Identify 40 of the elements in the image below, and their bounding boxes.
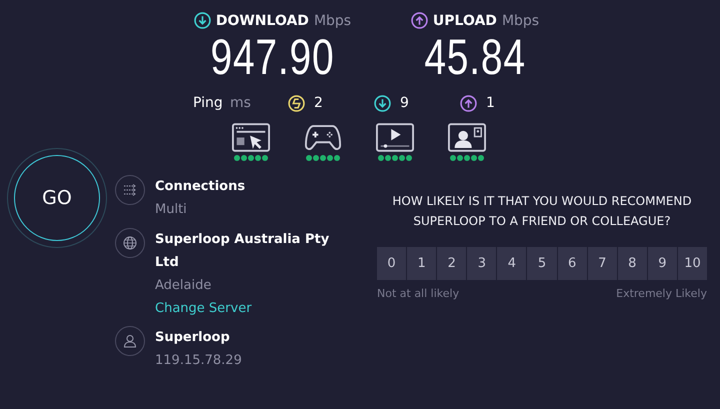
- ping-label: Ping: [193, 95, 224, 111]
- unit-label: ms: [230, 95, 252, 111]
- info-title: Connections: [155, 178, 246, 196]
- ping-value: 1: [486, 95, 495, 111]
- unit-label: Mbps: [502, 12, 540, 28]
- rating-option[interactable]: 1: [407, 247, 436, 280]
- rating-option[interactable]: 6: [558, 247, 587, 280]
- globe-icon: [115, 228, 145, 258]
- speed-label: UPLOAD: [432, 12, 497, 28]
- rating-option[interactable]: 4: [497, 247, 526, 280]
- speed-value: 45.84: [424, 29, 526, 85]
- rating-option[interactable]: 2: [437, 247, 466, 280]
- info-detail: 119.15.78.29: [155, 352, 243, 370]
- info-title: Superloop Australia Pty Ltd: [155, 231, 330, 272]
- video-call-icon: [448, 123, 486, 152]
- rating-option[interactable]: 5: [527, 247, 557, 280]
- rating-option[interactable]: 3: [467, 247, 496, 280]
- survey-question: HOW LIKELY IS IT THAT YOU WOULD RECOMMEND SUPERLOOP TO A FRIEND OR COLLEAGUE?: [391, 193, 693, 230]
- scale-low-label: Not at all likely: [377, 287, 460, 300]
- ping-value: 9: [400, 95, 409, 111]
- ping-value: 2: [314, 95, 323, 111]
- rating-option[interactable]: 7: [588, 247, 617, 280]
- info-detail: Multi: [155, 201, 188, 219]
- rating-option[interactable]: 8: [618, 247, 647, 280]
- change-server-link[interactable]: Change Server: [155, 298, 355, 320]
- video-player-icon: [376, 123, 414, 152]
- info-title: Superloop: [155, 329, 231, 347]
- connections-icon: [115, 175, 145, 205]
- go-button[interactable]: GO: [14, 155, 100, 241]
- browser-icon: [232, 123, 270, 152]
- scale-high-label: Extremely Likely: [616, 287, 707, 300]
- user-icon: [115, 326, 145, 356]
- rating-option[interactable]: 0: [377, 247, 406, 280]
- info-detail: Adelaide: [155, 277, 212, 295]
- rating-option[interactable]: 10: [678, 247, 708, 280]
- speed-value: 947.90: [210, 29, 334, 85]
- unit-label: Mbps: [314, 12, 352, 28]
- speed-label: DOWNLOAD: [216, 12, 309, 28]
- rating-option[interactable]: 9: [648, 247, 677, 280]
- gamepad-icon: [304, 123, 342, 152]
